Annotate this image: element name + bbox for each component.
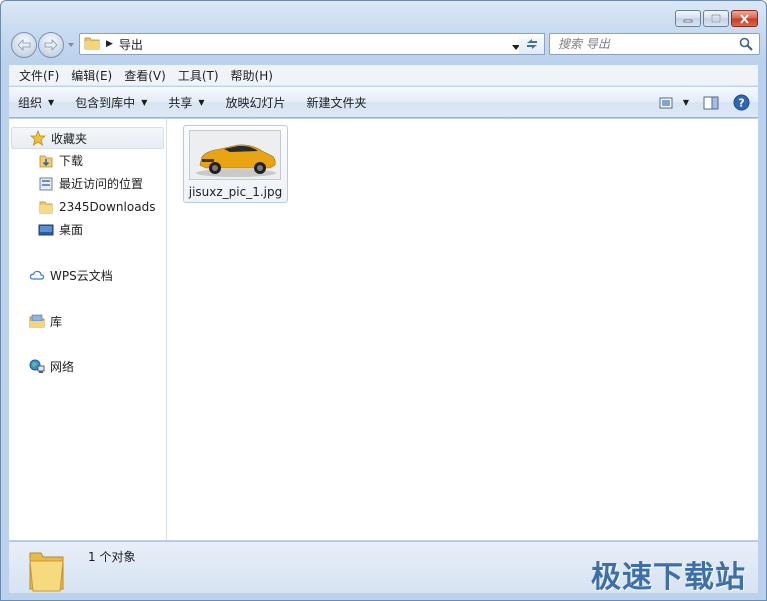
sidebar-item-library[interactable]: 库: [11, 310, 164, 332]
close-button[interactable]: [731, 10, 758, 27]
change-view-button[interactable]: ▼: [659, 97, 689, 109]
share-label: 共享: [168, 95, 193, 110]
file-name: jisuxz_pic_1.jpg: [188, 185, 283, 199]
minimize-icon: [683, 19, 693, 22]
breadcrumb-separator-icon[interactable]: ▶: [106, 39, 113, 49]
toolbar-right-group: ▼ ?: [659, 87, 750, 118]
maximize-button[interactable]: [703, 10, 729, 27]
forward-button[interactable]: [38, 32, 64, 58]
sidebar-item-label: 下载: [59, 154, 84, 168]
folder-icon: [84, 36, 100, 53]
include-library-button[interactable]: 包含到库中 ▼: [66, 87, 156, 118]
menu-help[interactable]: 帮助(H): [225, 67, 279, 84]
slideshow-label: 放映幻灯片: [225, 95, 286, 110]
recent-pages-dropdown-icon[interactable]: [67, 41, 75, 49]
refresh-button[interactable]: [519, 33, 545, 55]
forward-arrow-icon: [44, 39, 58, 51]
sidebar-item-recent-places[interactable]: 最近访问的位置: [9, 172, 166, 195]
breadcrumb-current[interactable]: 导出: [119, 36, 143, 53]
file-list[interactable]: jisuxz_pic_1.jpg: [167, 119, 758, 540]
minimize-button[interactable]: [675, 10, 701, 27]
chevron-down-icon: ▼: [198, 97, 205, 107]
navigation-row: ▶ 导出: [9, 32, 760, 58]
menu-view[interactable]: 查看(V): [118, 67, 172, 84]
menu-bar: 文件(F) 编辑(E) 查看(V) 工具(T) 帮助(H): [9, 65, 758, 86]
caption-buttons: [675, 10, 758, 27]
recent-places-icon: [38, 176, 54, 192]
new-folder-button[interactable]: 新建文件夹: [298, 87, 376, 118]
sidebar-item-wps-cloud[interactable]: WPS云文档: [11, 264, 164, 286]
content-area: 收藏夹 下载 最近访问的位置 2345Downloads 桌面 WPS云文档 库…: [9, 119, 758, 540]
refresh-icon: [526, 39, 537, 49]
sidebar-item-2345downloads[interactable]: 2345Downloads: [9, 195, 166, 218]
close-icon: [740, 13, 749, 24]
sidebar-item-favorites[interactable]: 收藏夹: [11, 127, 164, 149]
desktop-icon: [38, 222, 54, 238]
sidebar-item-label: WPS云文档: [50, 268, 113, 283]
search-box[interactable]: [549, 33, 760, 55]
help-icon[interactable]: ?: [733, 94, 750, 111]
organize-button[interactable]: 组织 ▼: [9, 87, 63, 118]
view-icon: [659, 97, 673, 108]
item-count: 1 个对象: [88, 550, 136, 564]
favorites-group: 收藏夹 下载 最近访问的位置 2345Downloads 桌面: [9, 127, 166, 241]
explorer-window: ▶ 导出 文件(F) 编辑(E) 查看(V) 工具(T) 帮助(H) 组织 ▼: [0, 0, 767, 601]
sidebar-item-desktop[interactable]: 桌面: [9, 218, 166, 241]
folder-icon: [38, 199, 54, 215]
chevron-down-icon: ▼: [48, 97, 55, 107]
library-icon: [29, 313, 45, 329]
command-bar: 组织 ▼ 包含到库中 ▼ 共享 ▼ 放映幻灯片 新建文件夹 ▼ ?: [9, 87, 758, 118]
view-dropdown-icon: ▼: [682, 98, 689, 107]
cloud-icon: [29, 267, 45, 283]
sidebar-item-label: 网络: [50, 359, 75, 374]
chevron-down-icon: ▼: [141, 97, 148, 107]
search-input[interactable]: [558, 37, 728, 51]
search-icon[interactable]: [739, 37, 753, 54]
share-button[interactable]: 共享 ▼: [159, 87, 213, 118]
folder-large-icon: [27, 549, 67, 596]
car-image-icon: [190, 131, 280, 179]
maximize-icon: [711, 14, 721, 23]
back-arrow-icon: [17, 39, 31, 51]
back-button[interactable]: [11, 32, 37, 58]
sidebar-item-label: 桌面: [59, 223, 84, 237]
sidebar-item-label: 库: [50, 314, 63, 329]
sidebar-item-label: 2345Downloads: [59, 199, 156, 214]
navigation-pane[interactable]: 收藏夹 下载 最近访问的位置 2345Downloads 桌面 WPS云文档 库…: [9, 119, 167, 540]
svg-text:?: ?: [738, 97, 744, 110]
menu-tools[interactable]: 工具(T): [172, 67, 225, 84]
sidebar-item-label: 收藏夹: [51, 131, 88, 146]
star-icon: [30, 130, 46, 146]
downloads-folder-icon: [38, 153, 54, 169]
sidebar-item-network[interactable]: 网络: [11, 355, 164, 377]
network-icon: [29, 358, 45, 374]
preview-pane-icon[interactable]: [703, 96, 719, 110]
watermark-text: 极速下载站: [591, 560, 746, 595]
file-item[interactable]: jisuxz_pic_1.jpg: [183, 125, 288, 203]
address-bar[interactable]: ▶ 导出: [79, 33, 525, 55]
include-library-label: 包含到库中: [75, 95, 136, 110]
sidebar-item-label: 最近访问的位置: [59, 177, 144, 191]
slideshow-button[interactable]: 放映幻灯片: [217, 87, 295, 118]
image-thumbnail: [189, 130, 281, 180]
sidebar-item-downloads[interactable]: 下载: [9, 149, 166, 172]
menu-file[interactable]: 文件(F): [13, 67, 65, 84]
details-pane: 1 个对象 极速下载站: [9, 541, 758, 596]
organize-label: 组织: [18, 95, 43, 110]
new-folder-label: 新建文件夹: [306, 95, 367, 110]
menu-edit[interactable]: 编辑(E): [65, 67, 118, 84]
